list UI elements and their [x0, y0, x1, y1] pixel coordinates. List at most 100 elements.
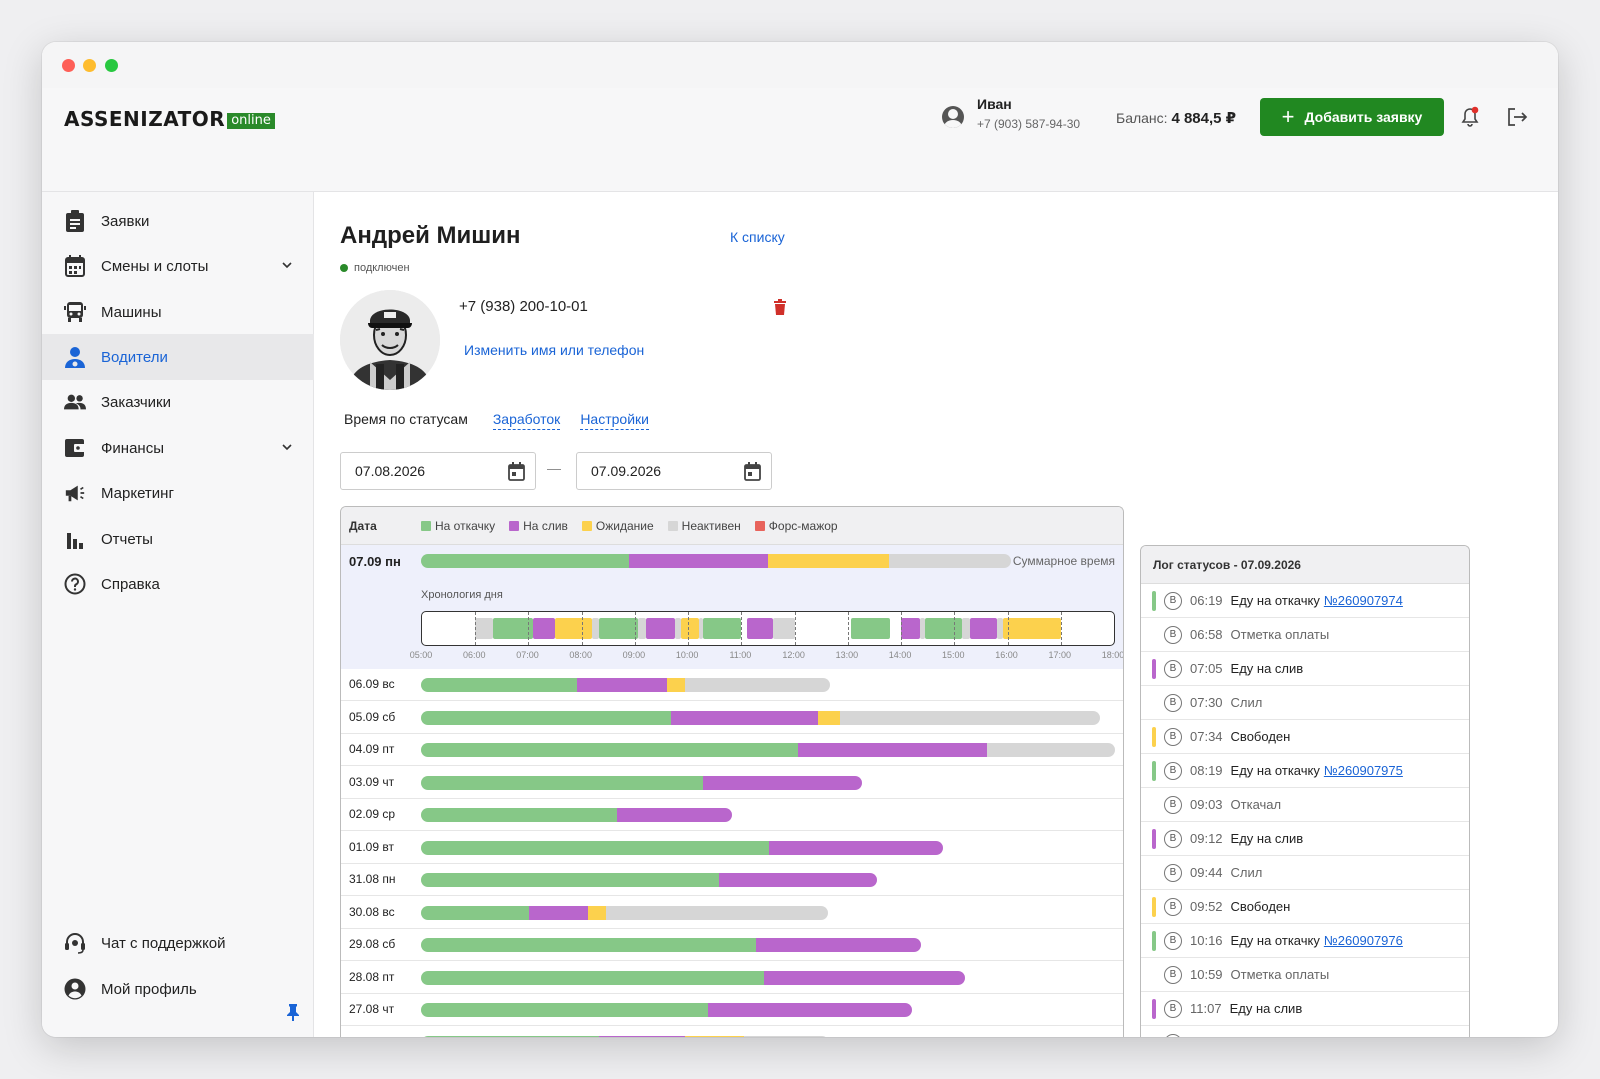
- date-from-field[interactable]: 07.08.2026: [340, 452, 536, 490]
- close-window-button[interactable]: [62, 59, 75, 72]
- sidebar-item-requests[interactable]: Заявки: [42, 198, 314, 244]
- bar-segment-pump: [421, 1035, 600, 1037]
- timeline-segment-wait[interactable]: [555, 618, 593, 639]
- timeline-segment-drain[interactable]: [970, 618, 997, 639]
- timeline-segment-inactive[interactable]: [698, 618, 703, 639]
- tab-settings[interactable]: Настройки: [580, 411, 649, 430]
- timeline-segment-pump[interactable]: [492, 618, 533, 639]
- timeline-tick-label: 11:00: [729, 650, 752, 660]
- maximize-window-button[interactable]: [105, 59, 118, 72]
- timeline-segment-inactive[interactable]: [592, 618, 599, 639]
- timeline-segment-drain[interactable]: [532, 618, 556, 639]
- log-row: B 09:12 Еду на слив: [1141, 822, 1469, 856]
- trash-icon[interactable]: [773, 299, 787, 315]
- stacked-bar[interactable]: [421, 710, 1101, 725]
- sidebar-item-label: Водители: [101, 348, 168, 366]
- timeline-tick-label: 12:00: [782, 650, 805, 660]
- sidebar-item-marketing[interactable]: Маркетинг: [42, 470, 314, 516]
- log-time: 09:12: [1190, 831, 1223, 846]
- calendar-icon[interactable]: [744, 462, 761, 481]
- back-to-list-link[interactable]: К списку: [730, 229, 785, 245]
- bar-segment-drain: [629, 554, 768, 568]
- timeline-segment-drain[interactable]: [645, 618, 675, 639]
- stacked-bar[interactable]: [421, 678, 831, 692]
- timeline-segment-wait[interactable]: [1003, 618, 1061, 639]
- stacked-bar[interactable]: [421, 938, 922, 952]
- timeline-segment-pump[interactable]: [925, 618, 963, 639]
- chart-row[interactable]: 29.08 сб: [341, 929, 1123, 961]
- sidebar-item-help[interactable]: Справка: [42, 561, 314, 607]
- row-date: 03.09 чт: [349, 774, 395, 789]
- add-request-button[interactable]: + Добавить заявку: [1260, 98, 1444, 136]
- bar-chart-icon: [64, 528, 86, 550]
- user-menu[interactable]: Иван +7 (903) 587-94-30: [942, 96, 1080, 131]
- chart-row[interactable]: 02.09 ср: [341, 799, 1123, 831]
- stacked-bar[interactable]: [421, 743, 1115, 757]
- minimize-window-button[interactable]: [83, 59, 96, 72]
- sidebar-item-vehicles[interactable]: Машины: [42, 289, 314, 335]
- pin-icon[interactable]: [286, 1003, 300, 1021]
- calendar-icon[interactable]: [508, 462, 525, 481]
- stacked-bar[interactable]: [421, 1035, 830, 1037]
- timeline-segment-inactive[interactable]: [773, 618, 795, 639]
- logo[interactable]: ASSENIZATOR online: [64, 107, 275, 131]
- stacked-bar[interactable]: [421, 775, 863, 790]
- timeline-segment-drain[interactable]: [901, 618, 920, 639]
- chart-row[interactable]: 26.08 ср: [341, 1027, 1123, 1037]
- chart-row[interactable]: 28.08 пт: [341, 962, 1123, 994]
- stacked-bar[interactable]: [421, 873, 877, 887]
- chart-row[interactable]: 27.08 чт: [341, 994, 1123, 1026]
- chart-row[interactable]: 03.09 чт: [341, 767, 1123, 799]
- chart-row[interactable]: 01.09 вт: [341, 832, 1123, 864]
- stacked-bar[interactable]: [421, 970, 966, 985]
- chart-row[interactable]: 06.09 вс: [341, 669, 1123, 701]
- order-link[interactable]: №260907974: [1324, 593, 1403, 608]
- timeline-tick-label: 10:00: [675, 650, 699, 660]
- stacked-bar[interactable]: [421, 808, 732, 822]
- chart-row[interactable]: 04.09 пт: [341, 734, 1123, 766]
- timeline-segment-pump[interactable]: [598, 618, 638, 639]
- driver-badge-icon: B: [1164, 897, 1182, 916]
- stacked-bar[interactable]: [421, 840, 943, 855]
- sidebar-item-finance[interactable]: Финансы: [42, 425, 314, 471]
- log-time: 10:59: [1190, 967, 1223, 982]
- log-time: 09:03: [1190, 797, 1223, 812]
- chart-row[interactable]: 05.09 сб: [341, 702, 1123, 734]
- chevron-down-icon[interactable]: [282, 260, 292, 270]
- edit-name-phone-link[interactable]: Изменить имя или телефон: [464, 342, 644, 358]
- order-link[interactable]: №260907975: [1324, 763, 1403, 778]
- sidebar-item-support-chat[interactable]: Чат с поддержкой: [42, 920, 314, 966]
- sidebar-item-drivers[interactable]: Водители: [42, 334, 314, 380]
- date-to-field[interactable]: 07.09.2026: [576, 452, 772, 490]
- notification-bell-icon[interactable]: [1460, 106, 1480, 128]
- tab-status-time[interactable]: Время по статусам: [344, 411, 468, 430]
- timeline-gridline: [901, 612, 903, 645]
- row-date: 05.09 сб: [349, 709, 396, 724]
- stacked-bar[interactable]: [421, 1003, 913, 1017]
- stacked-bar[interactable]: [421, 554, 1011, 568]
- chart-row-selected[interactable]: 07.09 пн Суммарное время: [341, 545, 1123, 577]
- tab-earnings[interactable]: Заработок: [492, 411, 561, 430]
- timeline-segment-pump[interactable]: [850, 618, 891, 639]
- timeline-segment-inactive[interactable]: [475, 618, 493, 639]
- timeline-segment-pump[interactable]: [702, 618, 742, 639]
- chevron-down-icon[interactable]: [282, 442, 292, 452]
- sidebar-item-shifts[interactable]: Смены и слоты: [42, 243, 314, 289]
- legend-item: Форс-мажор: [754, 518, 838, 533]
- sidebar-item-reports[interactable]: Отчеты: [42, 516, 314, 562]
- log-time: 11:07: [1190, 1001, 1222, 1016]
- timeline-segment-wait[interactable]: [681, 618, 699, 639]
- bar-segment-drain: [599, 1035, 685, 1037]
- timeline-segment-drain[interactable]: [746, 618, 774, 639]
- logout-icon[interactable]: [1506, 107, 1528, 127]
- chart-row[interactable]: 30.08 вс: [341, 897, 1123, 929]
- sidebar-item-customers[interactable]: Заказчики: [42, 379, 314, 425]
- legend-label: Форс-мажор: [768, 518, 838, 533]
- stacked-bar[interactable]: [421, 905, 828, 920]
- sidebar-item-my-profile[interactable]: Мой профиль: [42, 966, 314, 1012]
- timeline-segment-inactive[interactable]: [637, 618, 646, 639]
- chart-row[interactable]: 31.08 пн: [341, 864, 1123, 896]
- profile-icon: [64, 978, 86, 1000]
- timeline-segment-inactive[interactable]: [962, 618, 971, 639]
- order-link[interactable]: №260907976: [1324, 933, 1403, 948]
